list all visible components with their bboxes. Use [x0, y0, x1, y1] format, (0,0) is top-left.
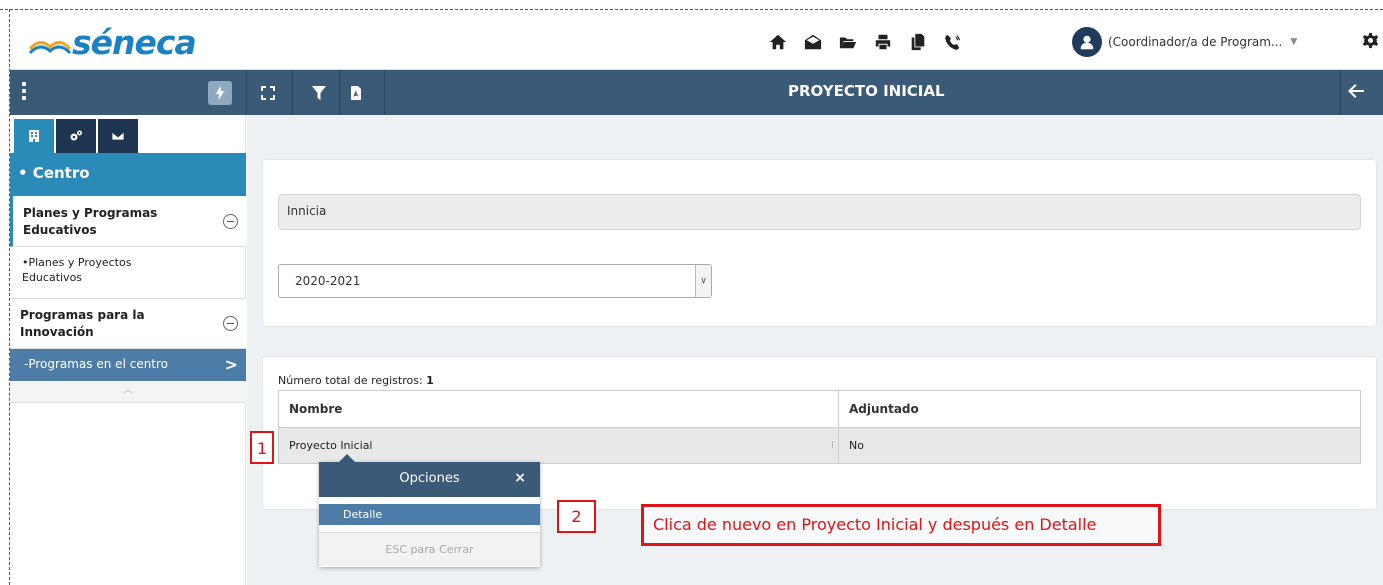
phone-icon[interactable]: [935, 28, 970, 56]
sidebar-item-programas-centro[interactable]: -Programas en el centro >: [10, 349, 246, 381]
avatar: [1072, 27, 1102, 57]
chevron-down-icon: ▼: [1290, 37, 1298, 47]
column-header-nombre[interactable]: Nombre: [279, 391, 839, 427]
options-popup: Opciones × Detalle ESC para Cerrar: [319, 462, 540, 567]
chevron-right-icon: >: [224, 355, 238, 374]
filter-card: Innicia 2020-2021 ∨: [263, 160, 1376, 326]
chevron-up-icon: ︿: [123, 385, 133, 396]
table-header: Nombre Adjuntado: [279, 391, 1360, 428]
page-toolbar: PROYECTO INICIAL: [10, 70, 1383, 115]
pdf-icon[interactable]: [344, 81, 368, 105]
toolbar-divider: [292, 70, 293, 115]
annotation-instruction: Clica de nuevo en Proyecto Inicial y des…: [641, 504, 1161, 546]
building-icon: [29, 130, 39, 142]
year-select[interactable]: 2020-2021 ∨: [278, 264, 712, 298]
menu-item-detalle[interactable]: Detalle: [319, 504, 540, 525]
toolbar-divider: [339, 70, 340, 115]
user-role-label: (Coordinador/a de Program...: [1108, 35, 1283, 49]
book-logo-icon: [28, 41, 72, 55]
tab-settings[interactable]: [56, 119, 96, 153]
record-count-value: 1: [426, 374, 434, 387]
annotation-step-1: 1: [250, 431, 274, 464]
collapse-minus-icon[interactable]: [223, 316, 238, 331]
folder-open-icon[interactable]: [830, 28, 865, 56]
fullscreen-icon[interactable]: [256, 81, 280, 105]
envelope-icon: [111, 131, 125, 141]
sidebar-group-planes[interactable]: Planes y Programas Educativos: [10, 196, 246, 247]
bolt-icon[interactable]: [208, 81, 232, 105]
back-arrow-icon[interactable]: [1347, 82, 1365, 103]
close-icon[interactable]: ×: [514, 470, 526, 486]
toolbar-divider: [246, 70, 247, 115]
logo-text: séneca: [72, 22, 197, 62]
results-table: Nombre Adjuntado Proyecto Inicial ⁝ No: [278, 390, 1361, 464]
esc-close-hint[interactable]: ESC para Cerrar: [319, 532, 540, 566]
copy-icon[interactable]: [900, 28, 935, 56]
page-title: PROYECTO INICIAL: [788, 82, 945, 100]
home-icon[interactable]: [760, 28, 795, 56]
table-cell-nombre[interactable]: Proyecto Inicial ⁝: [279, 428, 839, 463]
record-count: Número total de registros: 1: [278, 374, 434, 387]
sidebar-group-innovacion[interactable]: Programas para la Innovación: [10, 298, 246, 349]
sidebar-item-label: -Programas en el centro: [24, 357, 169, 371]
annotation-step-2: 2: [557, 500, 596, 533]
sidebar-group-label: Planes y Programas Educativos: [23, 206, 158, 237]
dashed-frame-top: [0, 9, 1383, 10]
sidebar-collapse-toggle[interactable]: ︿: [10, 381, 246, 403]
tab-building[interactable]: [14, 119, 54, 153]
sidebar-tabs: [14, 119, 140, 153]
popup-title: Opciones: [399, 471, 460, 486]
chevron-down-icon[interactable]: ∨: [695, 265, 711, 297]
vertical-dots-menu-icon[interactable]: [22, 82, 26, 103]
column-resize-handle[interactable]: ⁝: [831, 440, 834, 451]
collapse-minus-icon[interactable]: [223, 214, 238, 229]
gear-icon[interactable]: [1362, 32, 1379, 52]
user-menu[interactable]: (Coordinador/a de Program... ▼: [1072, 24, 1348, 60]
popup-pointer: [339, 454, 355, 462]
table-row[interactable]: Proyecto Inicial ⁝ No: [279, 428, 1360, 463]
user-icon: [1080, 35, 1094, 50]
envelope-open-icon[interactable]: [795, 28, 830, 56]
sidebar-section-centro[interactable]: • Centro: [10, 153, 246, 196]
record-count-label: Número total de registros:: [278, 374, 423, 387]
sidebar-item-planes-proyectos[interactable]: •Planes y Proyectos Educativos: [10, 255, 180, 285]
gears-icon: [70, 130, 82, 141]
print-icon[interactable]: [865, 28, 900, 56]
year-select-value: 2020-2021: [295, 274, 361, 288]
header-icon-bar: [760, 28, 970, 56]
table-cell-adjuntado: No: [849, 439, 864, 452]
filter-icon[interactable]: [307, 81, 331, 105]
toolbar-divider: [384, 70, 385, 115]
sidebar-group-label: Programas para la Innovación: [20, 308, 145, 339]
popup-header: Opciones ×: [319, 462, 540, 497]
cell-text: Proyecto Inicial: [289, 439, 373, 452]
toolbar-divider: [1340, 70, 1341, 115]
seneca-logo[interactable]: séneca: [28, 22, 197, 62]
project-name-field[interactable]: Innicia: [278, 194, 1361, 230]
sidebar: • Centro Planes y Programas Educativos •…: [10, 115, 246, 585]
tab-messages[interactable]: [98, 119, 138, 153]
column-header-adjuntado[interactable]: Adjuntado: [839, 391, 1360, 427]
app-header: séneca (Coordinador/a de Program... ▼: [10, 14, 1383, 70]
